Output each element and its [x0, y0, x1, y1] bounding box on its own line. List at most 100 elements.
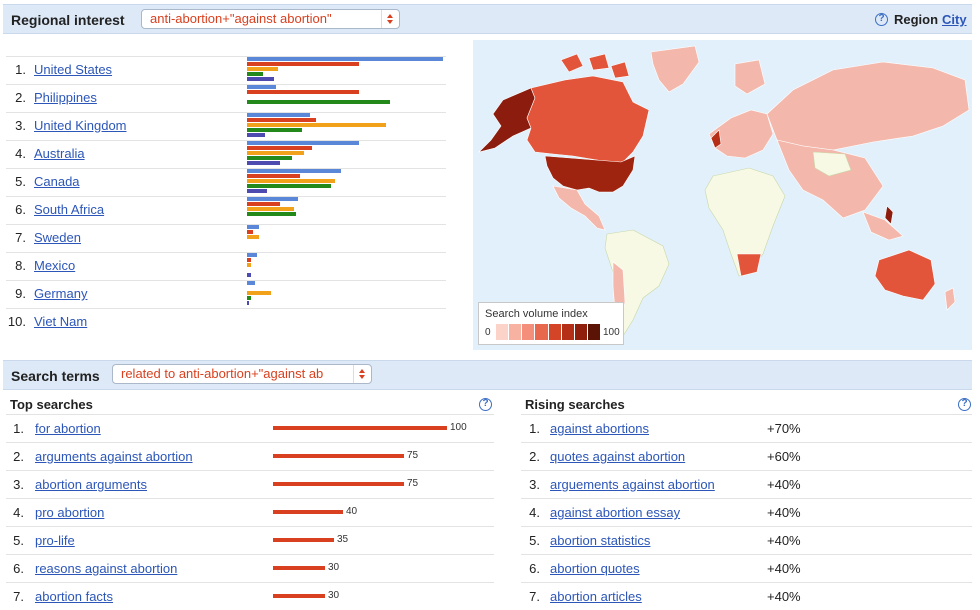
- rank-number: 7.: [13, 589, 24, 604]
- interest-bar-series2: [247, 90, 359, 94]
- country-link[interactable]: Germany: [34, 286, 87, 301]
- interest-bar-series1: [247, 85, 276, 89]
- rising-percent: +40%: [767, 477, 801, 492]
- rank-number: 2.: [13, 449, 24, 464]
- row-divider: [6, 140, 446, 141]
- search-term-link[interactable]: abortion statistics: [550, 533, 650, 548]
- rising-percent: +70%: [767, 421, 801, 436]
- country-link[interactable]: Mexico: [34, 258, 75, 273]
- legend-max: 100: [603, 327, 620, 338]
- rising-percent: +40%: [767, 561, 801, 576]
- interest-bar-series2: [247, 62, 359, 66]
- interest-bar-series5: [247, 161, 280, 165]
- rank-number: 9.: [15, 286, 26, 301]
- row-divider: [6, 414, 494, 415]
- help-icon[interactable]: ?: [875, 13, 888, 26]
- legend-title: Search volume index: [485, 308, 588, 320]
- query-select[interactable]: anti-abortion+"against abortion": [141, 9, 400, 29]
- help-icon[interactable]: ?: [479, 398, 492, 411]
- interest-bar-series1: [247, 57, 443, 61]
- row-divider: [521, 582, 972, 583]
- country-link[interactable]: Philippines: [34, 90, 97, 105]
- search-volume-value: 40: [346, 506, 358, 517]
- country-link[interactable]: Australia: [34, 146, 85, 161]
- interest-bar-series1: [247, 169, 341, 173]
- interest-bar-series3: [247, 123, 386, 127]
- country-link[interactable]: Sweden: [34, 230, 81, 245]
- region-south-africa: [736, 253, 762, 277]
- rank-number: 3.: [15, 118, 26, 133]
- row-divider: [521, 498, 972, 499]
- region-canada-islands: [560, 53, 630, 79]
- interest-bar-series3: [247, 235, 259, 239]
- interest-bar-series3: [247, 179, 335, 183]
- search-term-link[interactable]: abortion articles: [550, 589, 642, 604]
- interest-bar-series3: [247, 67, 278, 71]
- rank-number: 8.: [15, 258, 26, 273]
- interest-bar-series4: [247, 72, 263, 76]
- region-asia: [776, 139, 884, 219]
- country-link[interactable]: United States: [34, 62, 112, 77]
- interest-bar-series1: [247, 141, 359, 145]
- search-term-link[interactable]: abortion facts: [35, 589, 113, 604]
- help-icon[interactable]: ?: [958, 398, 971, 411]
- region-mexico: [552, 185, 606, 231]
- legend-min: 0: [485, 327, 491, 338]
- row-divider: [6, 112, 446, 113]
- search-volume-bar: [273, 454, 404, 458]
- region-indonesia: [862, 211, 904, 241]
- city-link[interactable]: City: [942, 12, 967, 27]
- search-term-link[interactable]: reasons against abortion: [35, 561, 177, 576]
- search-volume-value: 75: [407, 478, 419, 489]
- search-term-link[interactable]: arguments against abortion: [35, 449, 193, 464]
- interest-bar-series1: [247, 197, 298, 201]
- rank-number: 7.: [529, 589, 540, 604]
- country-link[interactable]: Canada: [34, 174, 80, 189]
- region-new-zealand: [944, 287, 956, 311]
- rank-number: 5.: [13, 533, 24, 548]
- rank-number: 2.: [15, 90, 26, 105]
- interest-bar-series5: [247, 273, 251, 277]
- search-volume-value: 30: [328, 562, 340, 573]
- search-term-link[interactable]: pro abortion: [35, 505, 104, 520]
- regional-interest-header: Regional interest anti-abortion+"against…: [3, 4, 972, 34]
- rising-percent: +40%: [767, 533, 801, 548]
- interest-bar-series2: [247, 174, 300, 178]
- rising-percent: +60%: [767, 449, 801, 464]
- row-divider: [521, 470, 972, 471]
- region-label: Region: [894, 12, 939, 27]
- interest-bar-series1: [247, 253, 257, 257]
- country-link[interactable]: Viet Nam: [34, 314, 87, 329]
- search-volume-bar: [273, 426, 447, 430]
- related-query-select[interactable]: related to anti-abortion+"against ab: [112, 364, 372, 384]
- interest-bar-series4: [247, 296, 251, 300]
- search-term-link[interactable]: arguements against abortion: [550, 477, 715, 492]
- region-russia: [766, 61, 970, 151]
- interest-bar-series3: [247, 291, 271, 295]
- search-volume-bar: [273, 482, 404, 486]
- search-term-link[interactable]: abortion quotes: [550, 561, 640, 576]
- country-link[interactable]: United Kingdom: [34, 118, 127, 133]
- row-divider: [6, 280, 446, 281]
- search-term-link[interactable]: for abortion: [35, 421, 101, 436]
- select-arrows-icon: [381, 10, 399, 28]
- rank-number: 10.: [7, 314, 26, 329]
- search-term-link[interactable]: quotes against abortion: [550, 449, 685, 464]
- interest-bar-series2: [247, 202, 280, 206]
- interest-bar-series4: [247, 156, 292, 160]
- row-divider: [6, 168, 446, 169]
- search-term-link[interactable]: against abortions: [550, 421, 649, 436]
- region-canada: [526, 75, 650, 165]
- search-volume-bar: [273, 538, 334, 542]
- country-link[interactable]: South Africa: [34, 202, 104, 217]
- top-searches-title: Top searches: [10, 397, 93, 412]
- world-map[interactable]: Search volume index 0 100: [473, 40, 972, 350]
- search-term-link[interactable]: abortion arguments: [35, 477, 147, 492]
- select-arrows-icon: [353, 365, 371, 383]
- rank-number: 6.: [15, 202, 26, 217]
- rank-number: 3.: [13, 477, 24, 492]
- rank-number: 5.: [529, 533, 540, 548]
- search-term-link[interactable]: pro-life: [35, 533, 75, 548]
- search-term-link[interactable]: against abortion essay: [550, 505, 680, 520]
- rank-number: 1.: [15, 62, 26, 77]
